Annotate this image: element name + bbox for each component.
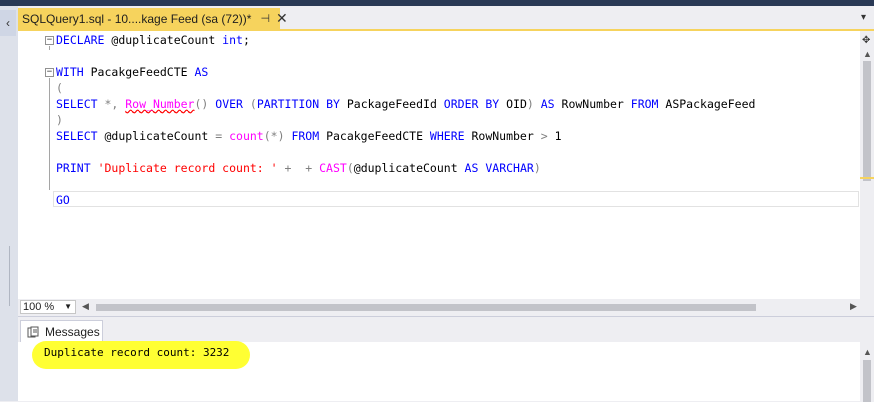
results-vertical-scrollbar[interactable]: ▲	[860, 342, 874, 402]
editor-horizontal-bar: 100 % ▼ ◀ ▶	[18, 299, 874, 316]
scroll-thumb[interactable]	[863, 61, 871, 181]
results-pane: Messages Duplicate record count: 3232 ▲	[18, 316, 874, 402]
collapse-panel-button[interactable]: ‹	[0, 10, 16, 36]
scroll-up-icon[interactable]: ▲	[863, 49, 872, 59]
scroll-up-icon[interactable]: ▲	[863, 347, 872, 357]
outline-line	[49, 46, 50, 50]
pin-icon[interactable]: ⊣	[260, 12, 270, 25]
messages-icon	[27, 326, 39, 337]
editor-gutter	[18, 31, 32, 299]
code-line-9: PRINT 'Duplicate record count: ' + + CAS…	[56, 161, 541, 175]
chevron-down-icon: ▼	[64, 302, 72, 311]
results-scroll-thumb[interactable]	[863, 360, 871, 402]
code-line-3: WITH PacakgeFeedCTE AS	[56, 65, 209, 79]
close-icon[interactable]: ✕	[276, 10, 288, 27]
code-line-5: SELECT *, Row_Number() OVER (PARTITION B…	[56, 97, 756, 111]
code-line-4: (	[56, 81, 63, 95]
code-line-6: )	[56, 113, 63, 127]
messages-tab-label: Messages	[45, 324, 100, 339]
zoom-select[interactable]: 100 % ▼	[20, 300, 76, 314]
left-panel-strip: ‹	[0, 6, 18, 401]
panel-divider	[9, 246, 10, 306]
editor-vertical-scrollbar[interactable]: ✥ ▲	[860, 31, 874, 299]
zoom-value: 100 %	[23, 301, 55, 313]
code-line-11: GO	[56, 193, 70, 207]
horizontal-scroll-thumb[interactable]	[96, 304, 756, 311]
scroll-right-icon[interactable]: ▶	[850, 301, 857, 312]
fold-toggle-declare[interactable]: −	[45, 36, 54, 45]
tab-sqlquery1[interactable]: SQLQuery1.sql - 10....kage Feed (sa (72)…	[18, 8, 288, 29]
current-line-indicator	[53, 191, 859, 207]
tab-messages[interactable]: Messages	[20, 320, 103, 342]
outline-line	[49, 78, 50, 190]
chevron-left-icon: ‹	[6, 16, 10, 30]
code-line-1: DECLARE @duplicateCount int;	[56, 33, 250, 47]
scroll-left-icon[interactable]: ◀	[82, 301, 89, 312]
code-line-7: SELECT @duplicateCount = count(*) FROM P…	[56, 129, 562, 143]
message-output: Duplicate record count: 3232	[44, 346, 230, 359]
split-editor-icon[interactable]: ✥	[862, 35, 870, 46]
fold-toggle-with[interactable]: −	[45, 68, 54, 77]
caret-position-marker	[860, 177, 874, 179]
document-tab-bar: SQLQuery1.sql - 10....kage Feed (sa (72)…	[18, 6, 874, 31]
tab-list-dropdown-icon[interactable]: ▾	[861, 12, 866, 23]
results-tab-strip: Messages	[18, 317, 874, 342]
tab-title: SQLQuery1.sql - 10....kage Feed (sa (72)…	[22, 11, 252, 26]
